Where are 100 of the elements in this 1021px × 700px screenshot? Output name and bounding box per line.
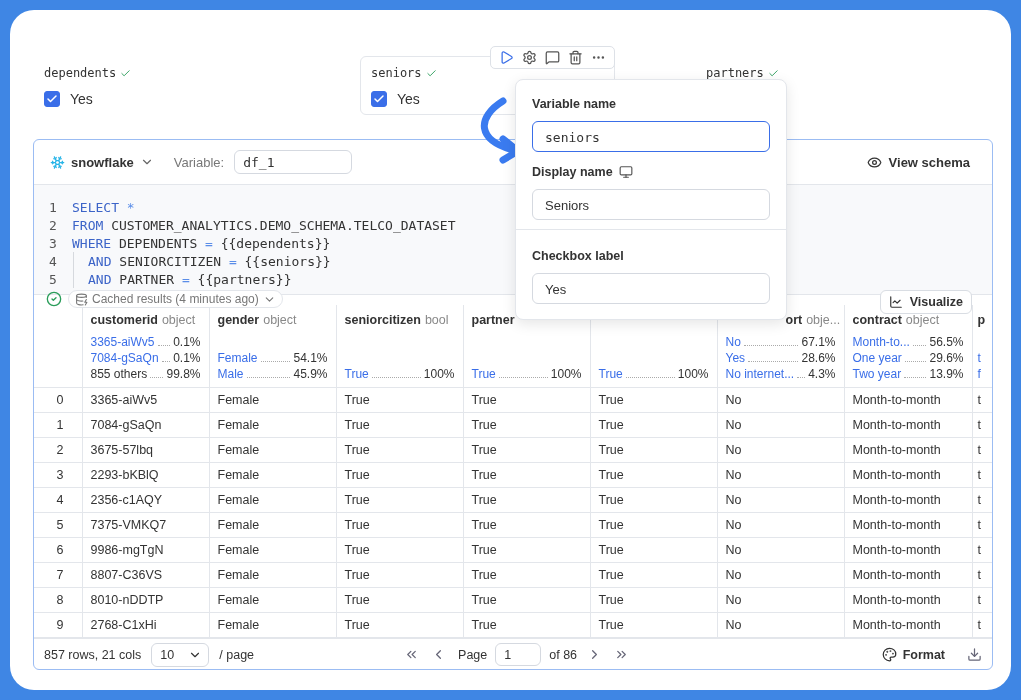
table-cell: True [336,562,463,587]
table-cell: Female [209,387,336,412]
table-cell: t [972,487,992,512]
run-icon[interactable] [499,50,514,65]
line-number: 4 [48,253,58,269]
source-dropdown[interactable]: snowflake [50,154,154,170]
field-label: Variable name [532,97,617,111]
table-cell: Month-to-month [844,437,972,462]
table-cell: True [336,587,463,612]
table-cell: True [590,612,717,637]
table-cell: Month-to-month [844,562,972,587]
table-cell: 3365-aiWv5 [82,387,209,412]
table-cell: True [336,612,463,637]
table-cell: True [590,412,717,437]
format-button[interactable]: Format [875,646,951,663]
row-index: 4 [34,487,82,512]
table-cell: 8010-nDDTP [82,587,209,612]
table-cell: t [972,512,992,537]
row-index: 1 [34,412,82,437]
settings-icon[interactable] [522,50,537,65]
table-cell: Female [209,537,336,562]
code-line: AND SENIORCITIZEN = {{seniors}} [88,253,331,269]
input-field[interactable]: Yes [532,273,770,304]
table-cell: Female [209,462,336,487]
table-cell: t [972,587,992,612]
page-field[interactable]: 1 [495,643,542,666]
table-cell: 2356-c1AQY [82,487,209,512]
variable-field[interactable]: df_1 [234,150,353,174]
checkbox[interactable] [371,91,387,107]
table-cell: True [336,537,463,562]
table-cell: True [336,437,463,462]
variable-name: partners [706,66,764,80]
table-cell: Month-to-month [844,537,972,562]
trash-icon[interactable] [568,50,583,65]
table-cell: t [972,562,992,587]
row-index: 0 [34,387,82,412]
line-chart-icon [888,295,903,309]
page-size-select[interactable]: 10 [151,642,210,667]
line-number: 1 [48,199,58,215]
table-cell: True [336,487,463,512]
table-cell: True [336,412,463,437]
input-field[interactable]: Seniors [532,189,770,220]
table-cell: True [463,487,590,512]
table-cell: True [463,512,590,537]
table-cell: Month-to-month [844,462,972,487]
row-index: 9 [34,612,82,637]
row-index: 3 [34,462,82,487]
table-cell: t [972,387,992,412]
table-cell: No [717,562,844,587]
row-count: 857 rows, 21 cols [44,647,142,662]
table-cell: No [717,412,844,437]
variable-name: seniors [371,66,422,80]
code-line: AND PARTNER = {{partners}} [88,271,292,287]
input-field[interactable]: seniors [532,121,770,152]
column-header[interactable]: seniorcitizen bool True 100% [336,305,463,387]
visualize-button[interactable]: Visualize [879,290,972,314]
table-cell: True [590,462,717,487]
comment-icon[interactable] [545,50,560,65]
column-header[interactable]: p t f [972,305,992,387]
variable-label: Variable: [173,154,225,170]
table-cell: True [463,462,590,487]
download-icon[interactable] [967,647,982,662]
table-cell: No [717,387,844,412]
table-cell: True [336,462,463,487]
table-cell: Month-to-month [844,487,972,512]
column-header[interactable]: contract object Month-to... 56.5% One year 29.6% Two year 13.9% [844,305,972,387]
table-cell: t [972,462,992,487]
column-header[interactable]: True 100% [590,305,717,387]
checkbox-label: Yes [70,91,93,107]
table-cell: True [590,387,717,412]
column-header[interactable]: gender object Female 54.1% Male 45.9% [209,305,336,387]
table-cell: True [463,537,590,562]
table-cell: True [590,537,717,562]
table-cell: No [717,462,844,487]
table-cell: True [336,512,463,537]
table-cell: Female [209,587,336,612]
table-cell: Female [209,487,336,512]
column-header[interactable]: partner True 100% [463,305,590,387]
table-cell: True [590,562,717,587]
table-cell: Female [209,412,336,437]
row-index: 2 [34,437,82,462]
view-schema-button[interactable]: View schema [860,153,976,171]
table-cell: Month-to-month [844,612,972,637]
column-header[interactable]: customerid object 3365-aiWv5 0.1% 7084-gSaQn 0.1% 855 others 99.8% [82,305,209,387]
table-cell: True [463,612,590,637]
table-cell: Female [209,612,336,637]
table-cell: No [717,487,844,512]
table-cell: True [336,387,463,412]
table-cell: True [463,437,590,462]
table-cell: t [972,412,992,437]
column-header[interactable]: ort obje... No 67.1% Yes 28.6% No internet... 4.3% [717,305,844,387]
table-cell: Female [209,512,336,537]
table-cell: No [717,437,844,462]
checkbox[interactable] [44,91,60,107]
cache-status[interactable]: Cached results (4 minutes ago) [68,290,283,308]
row-index: 8 [34,587,82,612]
table-cell: Month-to-month [844,387,972,412]
table-cell: Month-to-month [844,587,972,612]
database-icon [75,292,88,306]
field-label: Checkbox label [532,249,624,263]
